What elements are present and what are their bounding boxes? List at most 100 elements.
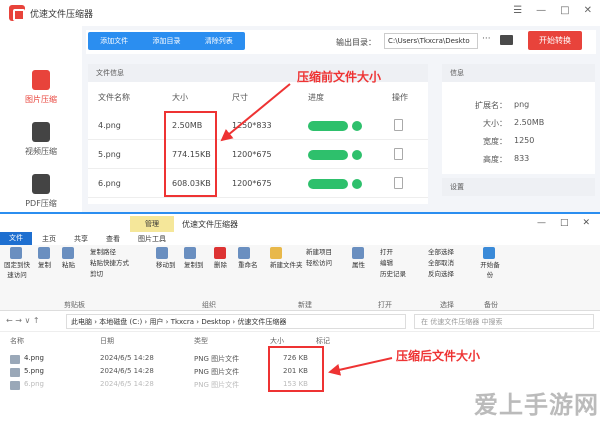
copy-button[interactable]: 复制 <box>38 247 52 269</box>
breadcrumb-item[interactable]: 用户 <box>149 318 163 326</box>
delete-icon[interactable] <box>394 177 403 189</box>
sidebar-item-pdf[interactable]: PDF压缩 <box>0 174 82 209</box>
file-name: 5.png <box>24 367 45 375</box>
maximize-icon[interactable]: □ <box>560 5 569 16</box>
new-folder-button[interactable]: 新建文件夹 <box>270 247 303 269</box>
col-name: 文件名称 <box>98 93 130 102</box>
clear-list-button[interactable]: 清除列表 <box>205 36 233 46</box>
start-convert-button[interactable]: 开始转换 <box>528 31 582 50</box>
file-name: 5.png <box>98 150 121 159</box>
manage-tab[interactable]: 管理 <box>130 216 174 232</box>
menu-icon[interactable]: ☰ <box>513 5 522 16</box>
folder-icon[interactable] <box>500 35 513 45</box>
breadcrumb-item[interactable]: Desktop <box>201 318 230 326</box>
pin-icon <box>10 247 22 259</box>
col-name[interactable]: 名称 <box>10 336 24 346</box>
select-all-button[interactable]: 全部选择 <box>428 247 454 258</box>
highlight-box-before <box>164 111 217 197</box>
delete-icon[interactable] <box>394 148 403 160</box>
select-buttons: 全部选择 全部取消 反向选择 <box>428 247 454 280</box>
breadcrumb-item[interactable]: 优速文件压缩器 <box>237 318 286 326</box>
tab-share[interactable]: 共享 <box>74 234 88 244</box>
close-icon[interactable]: ✕ <box>582 218 590 228</box>
select-none-button[interactable]: 全部取消 <box>428 258 454 269</box>
copy-to-button[interactable]: 复制到 <box>184 247 204 269</box>
col-action: 操作 <box>392 93 408 102</box>
delete-button[interactable]: 删除 <box>214 247 228 269</box>
move-to-button[interactable]: 移动到 <box>156 247 176 269</box>
search-input[interactable]: 在 优速文件压缩器 中搜索 <box>414 314 594 329</box>
add-file-button[interactable]: 添加文件 <box>100 36 128 46</box>
sidebar-item-video[interactable]: 视频压缩 <box>0 122 82 157</box>
sidebar-item-label: 图片压缩 <box>25 95 57 104</box>
start-backup-button[interactable]: 开始备份 <box>480 247 500 279</box>
paste-button[interactable]: 粘贴 <box>62 247 76 269</box>
col-size[interactable]: 大小 <box>270 336 284 346</box>
new-group-label: 新建 <box>298 301 312 309</box>
history-button[interactable]: 历史记录 <box>380 269 406 280</box>
paste-shortcut-button[interactable]: 粘贴快捷方式 <box>90 258 129 269</box>
clipboard-small-buttons: 复制路径 粘贴快捷方式 剪切 <box>90 247 129 280</box>
backup-icon <box>483 247 495 259</box>
file-name: 6.png <box>24 380 45 388</box>
properties-button[interactable]: 属性 <box>352 247 366 269</box>
output-path-field[interactable]: C:\Users\Tkxcra\Deskto <box>384 33 478 49</box>
col-tags[interactable]: 标记 <box>316 336 330 346</box>
info-key: 高度： <box>483 155 507 164</box>
minimize-icon[interactable]: — <box>536 5 546 16</box>
browse-button[interactable]: ··· <box>482 34 491 44</box>
check-icon <box>352 179 362 189</box>
col-date[interactable]: 日期 <box>100 336 114 346</box>
explorer-window-controls: — □ ✕ <box>537 218 590 228</box>
minimize-icon[interactable]: — <box>537 218 546 228</box>
file-type: PNG 图片文件 <box>194 368 240 376</box>
col-type[interactable]: 类型 <box>194 336 208 346</box>
file-info-panel: 文件信息 文件名称 大小 尺寸 进度 操作 4.png 2.50MB 1250*… <box>88 64 428 204</box>
easy-access-button[interactable]: 轻松访问 <box>306 258 332 269</box>
maximize-icon[interactable]: □ <box>560 218 569 228</box>
progress-bar <box>308 121 348 131</box>
delete-icon[interactable] <box>394 119 403 131</box>
invert-selection-button[interactable]: 反向选择 <box>428 269 454 280</box>
nav-arrows-icon[interactable]: ← → ∨ ↑ <box>6 316 40 325</box>
table-row[interactable]: 5.png 774.15KB 1200*675 <box>88 141 428 169</box>
info-panel: 信息 扩展名： png 大小： 2.50MB 宽度： 1250 高度： 833 <box>442 64 595 174</box>
new-item-button[interactable]: 新建项目 <box>306 247 332 258</box>
file-type: PNG 图片文件 <box>194 355 240 363</box>
tab-picture-tools[interactable]: 图片工具 <box>138 234 166 244</box>
address-bar-row: ← → ∨ ↑ 此电脑 › 本地磁盘 (C:) › 用户 › Tkxcra › … <box>0 312 600 332</box>
file-date: 2024/6/5 14:28 <box>100 354 154 362</box>
copy-path-button[interactable]: 复制路径 <box>90 247 129 258</box>
breadcrumb-item[interactable]: 此电脑 <box>71 318 92 326</box>
info-key: 宽度： <box>483 137 507 146</box>
move-icon <box>156 247 168 259</box>
cut-button[interactable]: 剪切 <box>90 269 129 280</box>
tab-file[interactable]: 文件 <box>0 232 32 245</box>
properties-icon <box>352 247 364 259</box>
open-button[interactable]: 打开 <box>380 247 406 258</box>
address-bar[interactable]: 此电脑 › 本地磁盘 (C:) › 用户 › Tkxcra › Desktop … <box>66 314 406 329</box>
add-dir-button[interactable]: 添加目录 <box>152 36 180 46</box>
tab-home[interactable]: 主页 <box>42 234 56 244</box>
col-size: 大小 <box>172 93 188 102</box>
select-group-label: 选择 <box>440 301 454 309</box>
tab-view[interactable]: 查看 <box>106 234 120 244</box>
sidebar-item-image[interactable]: 图片压缩 <box>0 70 82 105</box>
settings-header[interactable]: 设置 <box>442 178 595 196</box>
compressor-app: 优速文件压缩器 ☰ — □ ✕ 图片压缩 视频压缩 PDF压缩 添加文件 添加目… <box>0 0 600 212</box>
breadcrumb-item[interactable]: Tkxcra <box>171 318 194 326</box>
info-value: png <box>514 100 530 109</box>
rename-button[interactable]: 重命名 <box>238 247 258 269</box>
clipboard-group-label: 剪贴板 <box>64 301 85 309</box>
close-icon[interactable]: ✕ <box>584 5 592 16</box>
table-row[interactable]: 6.png 608.03KB 1200*675 <box>88 170 428 198</box>
png-file-icon <box>10 368 20 377</box>
open-small-buttons: 打开 编辑 历史记录 <box>380 247 406 280</box>
info-value: 1250 <box>514 136 535 145</box>
table-row[interactable]: 4.png 2.50MB 1250*833 <box>88 112 428 140</box>
file-type: PNG 图片文件 <box>194 381 240 389</box>
edit-button[interactable]: 编辑 <box>380 258 406 269</box>
breadcrumb-item[interactable]: 本地磁盘 (C:) <box>99 318 142 326</box>
info-value: 833 <box>514 154 530 163</box>
pin-quick-access-button[interactable]: 固定到快速访问 <box>4 247 30 279</box>
